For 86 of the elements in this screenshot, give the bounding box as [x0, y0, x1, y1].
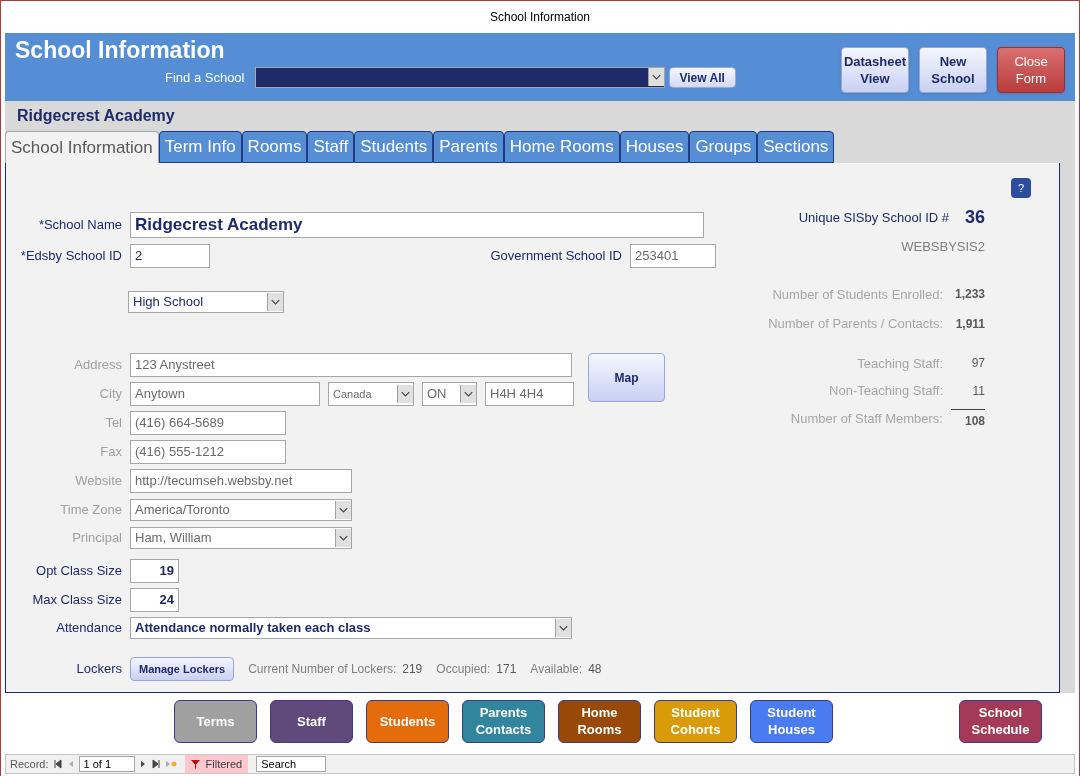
staff-count-value: 108 — [951, 408, 985, 430]
field-label: City — [98, 385, 122, 404]
website-field[interactable]: http://tecumseh.websby.net — [130, 469, 352, 493]
tab[interactable]: Houses — [619, 131, 690, 163]
field-label: *Edsby School ID — [19, 247, 122, 266]
nav-button[interactable]: School Schedule — [959, 699, 1042, 743]
locker-stat-value: 171 — [496, 661, 517, 678]
country-dropdown[interactable]: Canada — [328, 382, 414, 406]
window-title: School Information — [489, 9, 591, 26]
address-field[interactable]: 123 Anystreet — [130, 353, 572, 377]
class-size-field[interactable]: 24 — [130, 588, 179, 612]
record-label: Record: — [10, 756, 49, 772]
tab[interactable]: School Information — [5, 131, 159, 163]
school-code: WEBSBYSIS2 — [901, 238, 985, 256]
form-title: School Information — [15, 36, 226, 65]
province-dropdown[interactable]: ON — [422, 382, 477, 406]
field-label: Fax — [99, 443, 122, 462]
manage-lockers-button[interactable]: Manage Lockers — [130, 657, 235, 681]
principal-dropdown[interactable]: Ham, William — [130, 527, 352, 549]
staff-count-value: 97 — [970, 355, 985, 373]
tab[interactable]: Students — [354, 131, 434, 163]
map-button[interactable]: Map — [588, 353, 665, 402]
school-name-field[interactable]: Ridgecrest Academy — [130, 212, 704, 238]
field-label: Government School ID — [490, 247, 622, 266]
staff-count-label: Number of Staff Members: — [790, 410, 943, 429]
postal-code-field[interactable]: H4H 4H4 — [485, 382, 574, 406]
locker-stat-label: Available: — [530, 661, 583, 678]
unique-id-label: Unique SISby School ID # — [798, 208, 949, 227]
funnel-icon — [190, 759, 200, 769]
find-label: Find a School — [165, 68, 245, 87]
fax-field[interactable]: (416) 555-1212 — [130, 440, 286, 464]
count-label: Number of Parents / Contacts: — [768, 315, 943, 333]
field-label: Max Class Size — [31, 591, 122, 610]
tab[interactable]: Parents — [433, 131, 504, 163]
unique-id-value: 36 — [963, 206, 985, 229]
staff-count-value: 11 — [971, 382, 985, 400]
tab[interactable]: Groups — [689, 131, 758, 163]
tab[interactable]: Sections — [757, 131, 835, 163]
help-button[interactable]: ? — [1011, 178, 1031, 198]
nav-button[interactable]: Students — [366, 699, 449, 743]
header-button[interactable]: Datasheet View — [841, 47, 909, 93]
field-label: Time Zone — [59, 501, 122, 520]
field-label: Address — [73, 356, 122, 375]
school-type-dropdown[interactable]: High School — [128, 291, 284, 313]
last-record-icon[interactable] — [150, 759, 161, 769]
tab[interactable]: Rooms — [241, 131, 308, 163]
header-button[interactable]: New School — [919, 47, 987, 93]
city-field[interactable]: Anytown — [130, 382, 320, 406]
government-id-field[interactable]: 253401 — [630, 244, 716, 268]
field-label: Website — [74, 472, 122, 491]
field-label: Opt Class Size — [35, 562, 122, 581]
header-button[interactable]: Close Form — [997, 47, 1065, 93]
nav-button[interactable]: Parents Contacts — [462, 699, 545, 743]
class-size-field[interactable]: 19 — [130, 559, 179, 583]
staff-count-label: Non-Teaching Staff: — [829, 382, 943, 400]
locker-stat-value: 48 — [588, 661, 602, 678]
staff-count-label: Teaching Staff: — [857, 354, 943, 373]
record-title: Ridgecrest Academy — [17, 106, 175, 126]
tel-field[interactable]: (416) 664-5689 — [130, 411, 286, 435]
count-value: 1,233 — [953, 286, 985, 304]
field-label: Lockers — [75, 660, 122, 679]
locker-stat-label: Occupied: — [436, 661, 491, 678]
count-value: 1,911 — [954, 315, 985, 333]
search-field[interactable]: Search — [256, 756, 327, 772]
find-school-dropdown[interactable] — [254, 67, 665, 88]
tab[interactable]: Home Rooms — [503, 131, 620, 163]
edsby-id-field[interactable]: 2 — [130, 244, 210, 268]
nav-button[interactable]: Student Houses — [750, 699, 833, 743]
field-label: *School Name — [37, 216, 122, 235]
filter-toggle[interactable]: Filtered — [184, 755, 249, 773]
next-record-icon[interactable] — [138, 759, 147, 769]
record-position-field[interactable]: 1 of 1 — [78, 756, 135, 772]
view-all-button[interactable]: View All — [668, 67, 736, 88]
nav-button[interactable]: Home Rooms — [558, 699, 641, 743]
nav-button[interactable]: Staff — [270, 699, 353, 743]
tab[interactable]: Term Info — [158, 131, 242, 163]
field-label: Tel — [104, 414, 122, 433]
locker-stat-value: 219 — [402, 661, 423, 678]
field-label: Principal — [71, 529, 122, 548]
tab[interactable]: Staff — [307, 131, 355, 163]
attendance-dropdown[interactable]: Attendance normally taken each class — [130, 617, 572, 639]
count-label: Number of Students Enrolled: — [772, 285, 943, 304]
locker-stat-label: Current Number of Lockers: — [248, 661, 397, 678]
field-label: Attendance — [55, 619, 122, 638]
first-record-icon[interactable] — [52, 759, 63, 769]
time-zone-dropdown[interactable]: America/Toronto — [130, 499, 352, 521]
